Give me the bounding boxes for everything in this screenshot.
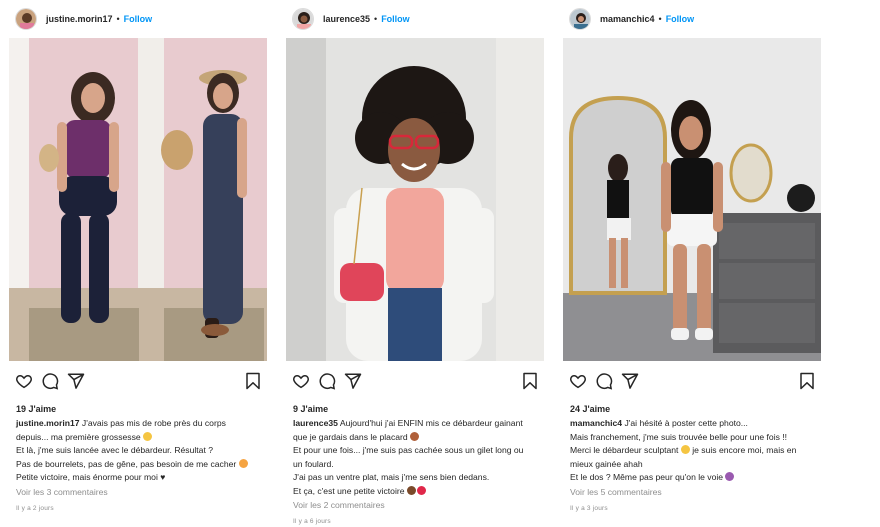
post-username[interactable]: laurence35 — [323, 14, 370, 24]
post-photo[interactable] — [9, 38, 267, 361]
caption-line: je suis encore moi, mais en — [692, 445, 797, 455]
caption-line: un foulard. — [293, 458, 334, 469]
caption-line: J'ai hésité à poster cette photo... — [624, 418, 748, 428]
caption-line: J'avais pas mis de robe près du corps — [81, 418, 226, 428]
caption-line: Petite victoire, mais énorme pour moi ♥ — [16, 472, 166, 482]
avatar[interactable] — [15, 8, 37, 30]
action-bar — [286, 361, 544, 401]
view-comments-link[interactable]: Voir les 3 commentaires — [9, 487, 267, 501]
separator-dot: • — [658, 14, 662, 24]
post-timestamp: Il y a 2 jours — [16, 504, 54, 512]
action-bar — [563, 361, 821, 401]
caption-username[interactable]: mamanchic4 — [570, 418, 622, 428]
post-caption: justine.morin17 J'avais pas mis de robe … — [9, 417, 267, 485]
heart-icon[interactable] — [292, 372, 310, 390]
post-username[interactable]: justine.morin17 — [46, 14, 113, 24]
caption-line: Et ça, c'est une petite victoire — [293, 485, 405, 496]
post-header: mamanchic4 • Follow — [563, 0, 821, 38]
post-username[interactable]: mamanchic4 — [600, 14, 655, 24]
bookmark-icon[interactable] — [244, 372, 262, 390]
heart-eyes-emoji-icon — [238, 458, 248, 468]
post-caption: mamanchic4 J'ai hésité à poster cette ph… — [563, 417, 821, 485]
share-icon[interactable] — [621, 372, 639, 390]
red-heart-emoji-icon — [416, 485, 426, 495]
person-emoji-icon — [410, 431, 420, 441]
caption-line: Merci le débardeur sculptant — [570, 445, 679, 455]
follow-button[interactable]: Follow — [381, 14, 410, 24]
likes-count[interactable]: 24 J'aime — [563, 404, 821, 417]
separator-dot: • — [116, 14, 120, 24]
caption-line: J'ai pas un ventre plat, mais j'me sens … — [293, 472, 490, 482]
caption-username[interactable]: laurence35 — [293, 418, 338, 428]
caption-line: Et là, j'me suis lancée avec le débardeu… — [16, 445, 214, 455]
post-header: laurence35 • Follow — [286, 0, 544, 38]
person-emoji-icon — [725, 472, 735, 481]
avatar[interactable] — [569, 8, 591, 30]
heart-icon[interactable] — [15, 372, 33, 390]
likes-count[interactable]: 9 J'aime — [286, 404, 544, 417]
caption-line: depuis... ma première grossesse — [16, 431, 141, 442]
bookmark-icon[interactable] — [798, 372, 816, 390]
muscle-emoji-icon — [406, 485, 416, 495]
caption-line: Et le dos ? Même pas peur qu'on le voie — [570, 472, 724, 482]
post-card: mamanchic4 • Follow 24 J'aime mamanchic4… — [563, 0, 821, 512]
post-caption: laurence35 Aujourd'hui j'ai ENFIN mis ce… — [286, 417, 544, 498]
view-comments-link[interactable]: Voir les 5 commentaires — [563, 487, 821, 501]
action-bar — [9, 361, 267, 401]
caption-line: Aujourd'hui j'ai ENFIN mis ce débardeur … — [339, 418, 523, 428]
bookmark-icon[interactable] — [521, 372, 539, 390]
post-timestamp: Il y a 3 jours — [570, 504, 608, 512]
post-timestamp: Il y a 6 jours — [293, 518, 331, 525]
post-header: justine.morin17 • Follow — [9, 0, 267, 38]
grin-emoji-icon — [680, 445, 690, 454]
comment-icon[interactable] — [595, 372, 613, 390]
follow-button[interactable]: Follow — [666, 14, 695, 24]
post-photo[interactable] — [563, 38, 821, 361]
share-icon[interactable] — [344, 372, 362, 390]
smile-emoji-icon — [143, 431, 153, 441]
caption-line: que je gardais dans le placard — [293, 431, 408, 442]
comment-icon[interactable] — [318, 372, 336, 390]
share-icon[interactable] — [67, 372, 85, 390]
caption-line: Mais franchement, j'me suis trouvée bell… — [570, 431, 788, 442]
caption-line: Pas de bourrelets, pas de gêne, pas beso… — [16, 458, 237, 469]
view-comments-link[interactable]: Voir les 2 commentaires — [286, 500, 544, 514]
post-card: justine.morin17 • Follow 19 J'aime justi… — [9, 0, 267, 512]
post-photo[interactable] — [286, 38, 544, 361]
follow-button[interactable]: Follow — [124, 14, 153, 24]
caption-line: mieux gainée ahah — [570, 458, 643, 469]
heart-icon[interactable] — [569, 372, 587, 390]
avatar[interactable] — [292, 8, 314, 30]
post-card: laurence35 • Follow 9 J'aime laurence35 … — [286, 0, 544, 525]
likes-count[interactable]: 19 J'aime — [9, 404, 267, 417]
separator-dot: • — [374, 14, 378, 24]
comment-icon[interactable] — [41, 372, 59, 390]
caption-line: Et pour une fois... j'me suis pas cachée… — [293, 445, 524, 455]
caption-username[interactable]: justine.morin17 — [16, 418, 80, 428]
